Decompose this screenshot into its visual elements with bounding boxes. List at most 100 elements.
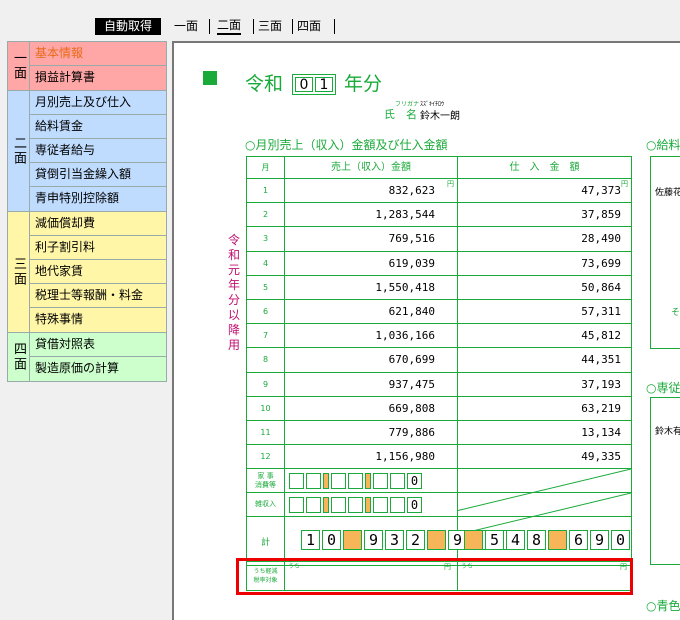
table-row: 4 619,039 73,699 (247, 251, 631, 276)
sales-value: 769,516 (388, 232, 435, 246)
misc-income-value: 0 (407, 497, 422, 514)
purchase-cell[interactable]: 50,864 (458, 276, 631, 299)
sidebar-item[interactable]: 税理士等報酬・料金 (30, 284, 166, 308)
sidebar-item[interactable]: 貸借対照表 (30, 333, 166, 357)
purchase-cell[interactable]: 13,134 (458, 421, 631, 444)
era-label: 令和 (245, 73, 284, 95)
sidebar-item[interactable]: 専従者給与 (30, 139, 166, 163)
month-cell: 6 (247, 299, 285, 324)
purchase-cell[interactable]: 37,859 (458, 203, 631, 226)
tab-page-1[interactable]: 一面 (174, 18, 198, 35)
sidebar-item[interactable]: 月別売上及び仕入 (30, 91, 166, 115)
purchase-cell[interactable]: 44,351 (458, 348, 631, 371)
total-digit: 2 (406, 530, 425, 551)
purchase-value: 44,351 (581, 353, 621, 367)
auto-fetch-button[interactable]: 自動取得 (95, 18, 161, 35)
purchase-cell[interactable]: 63,219 (458, 397, 631, 420)
purchase-cell[interactable]: 73,699 (458, 252, 631, 275)
purchase-cell[interactable]: 49,335 (458, 445, 631, 468)
sales-cell[interactable]: 669,808 (285, 396, 458, 420)
sales-value: 1,036,166 (375, 329, 435, 343)
section-title-blue-return: ○青色 (646, 599, 680, 613)
purchase-value: 13,134 (581, 425, 621, 439)
sales-cell[interactable]: 1,156,980 (285, 445, 458, 469)
section-title-salaries: ○給料 (646, 138, 680, 152)
table-row: 3 769,516 28,490 (247, 227, 631, 252)
month-cell: 1 (247, 179, 285, 203)
total-digit: 1 (301, 530, 320, 551)
page-tab-bar: 自動取得 一面 二面 三面 四面 (0, 14, 680, 36)
sidebar-item[interactable]: 貸倒引当金繰入額 (30, 163, 166, 187)
sales-cell[interactable]: 1,283,544 (285, 203, 458, 227)
total-digit: 8 (527, 530, 546, 551)
household-purchase-cell (458, 469, 631, 492)
purchase-value: 47,373 (581, 184, 621, 197)
household-sales-cell[interactable]: 0 (285, 469, 458, 493)
total-digit: 9 (590, 530, 609, 551)
sales-value: 1,283,544 (375, 208, 435, 222)
month-cell: 7 (247, 324, 285, 348)
purchase-value: 45,812 (581, 329, 621, 343)
sales-value: 937,475 (388, 377, 435, 391)
household-value: 0 (407, 473, 422, 490)
table-row: 5 1,550,418 50,864 (247, 275, 631, 300)
col-header-purchase: 仕 入 金 額 (509, 162, 580, 173)
misc-income-label: 雑収入 (247, 493, 285, 517)
form-marker-square (203, 71, 217, 85)
tab-page-3[interactable]: 三面 (258, 18, 282, 35)
purchase-cell[interactable]: 28,490 (458, 227, 631, 250)
year-field[interactable]: 0 1 (292, 74, 336, 95)
sidebar-item[interactable]: 特殊事情 (30, 308, 166, 332)
family-employees-table: 鈴木有 (650, 397, 680, 565)
sales-value: 1,550,418 (375, 280, 435, 294)
sales-cell[interactable]: 1,036,166 (285, 324, 458, 348)
sidebar-item[interactable]: 給料賃金 (30, 115, 166, 139)
sidebar-item[interactable]: 損益計算書 (30, 66, 166, 90)
purchase-value: 37,859 (581, 208, 621, 222)
purchase-value: 57,311 (581, 304, 621, 318)
sales-cell[interactable]: 670,699 (285, 348, 458, 372)
sales-value: 1,156,980 (375, 450, 435, 464)
tab-page-4[interactable]: 四面 (297, 18, 321, 35)
year-suffix-label: 年分 (344, 73, 383, 95)
sales-cell[interactable]: 779,886 (285, 420, 458, 445)
sales-cell[interactable]: 621,840 (285, 299, 458, 324)
sidebar-item[interactable]: 利子割引料 (30, 236, 166, 260)
month-cell: 10 (247, 396, 285, 420)
applicability-label: 令和元年分以降用 (227, 233, 240, 352)
form-page: 令和 0 1 年分 フリガナ ｽｽﾞｷｲﾁﾛｳ 氏 名 鈴木一朗 ○月別売上（収… (172, 41, 680, 620)
sales-cell[interactable]: 832,623 円 (285, 179, 458, 203)
table-row: 6 621,840 57,311 (247, 299, 631, 325)
purchase-cell[interactable]: 45,812 (458, 324, 631, 347)
sidebar-item[interactable]: 地代家賃 (30, 260, 166, 284)
sidebar-item[interactable]: 減価償却費 (30, 212, 166, 236)
purchase-value: 50,864 (581, 280, 621, 294)
col-header-sales: 売上（収入）金額 (285, 157, 458, 178)
sidebar-item[interactable]: 青申特別控除額 (30, 187, 166, 211)
purchase-cell[interactable]: 37,193 (458, 373, 631, 396)
total-digit: 4 (506, 530, 525, 551)
sales-cell[interactable]: 1,550,418 (285, 275, 458, 299)
purchase-value: 73,699 (581, 256, 621, 270)
tab-page-2[interactable]: 二面 (217, 18, 242, 35)
month-cell: 4 (247, 251, 285, 275)
sidebar-item[interactable]: 製造原価の計算 (30, 357, 166, 381)
misc-income-sales-cell[interactable]: 0 (285, 493, 458, 517)
name-label: 氏 名 (384, 108, 417, 121)
salary-other-label: そ (671, 308, 680, 318)
purchase-cell[interactable]: 57,311 (458, 300, 631, 323)
year-digit: 1 (315, 77, 333, 93)
highlight-box (236, 558, 633, 595)
yen-unit: 円 (447, 180, 454, 188)
family-employee-name: 鈴木有 (655, 427, 680, 437)
table-row: 12 1,156,980 49,335 (247, 445, 631, 470)
sales-cell[interactable]: 769,516 (285, 227, 458, 251)
sidebar-item[interactable]: 基本情報 (30, 42, 166, 66)
purchase-cell[interactable]: 47,373 円 (458, 179, 631, 202)
nav-group-label: 四面 (8, 333, 30, 381)
sales-cell[interactable]: 619,039 (285, 251, 458, 275)
sales-value: 669,808 (388, 401, 435, 415)
sales-cell[interactable]: 937,475 (285, 372, 458, 396)
household-row: 家 事 消費等 0 (247, 469, 631, 493)
total-digit: 0 (611, 530, 630, 551)
